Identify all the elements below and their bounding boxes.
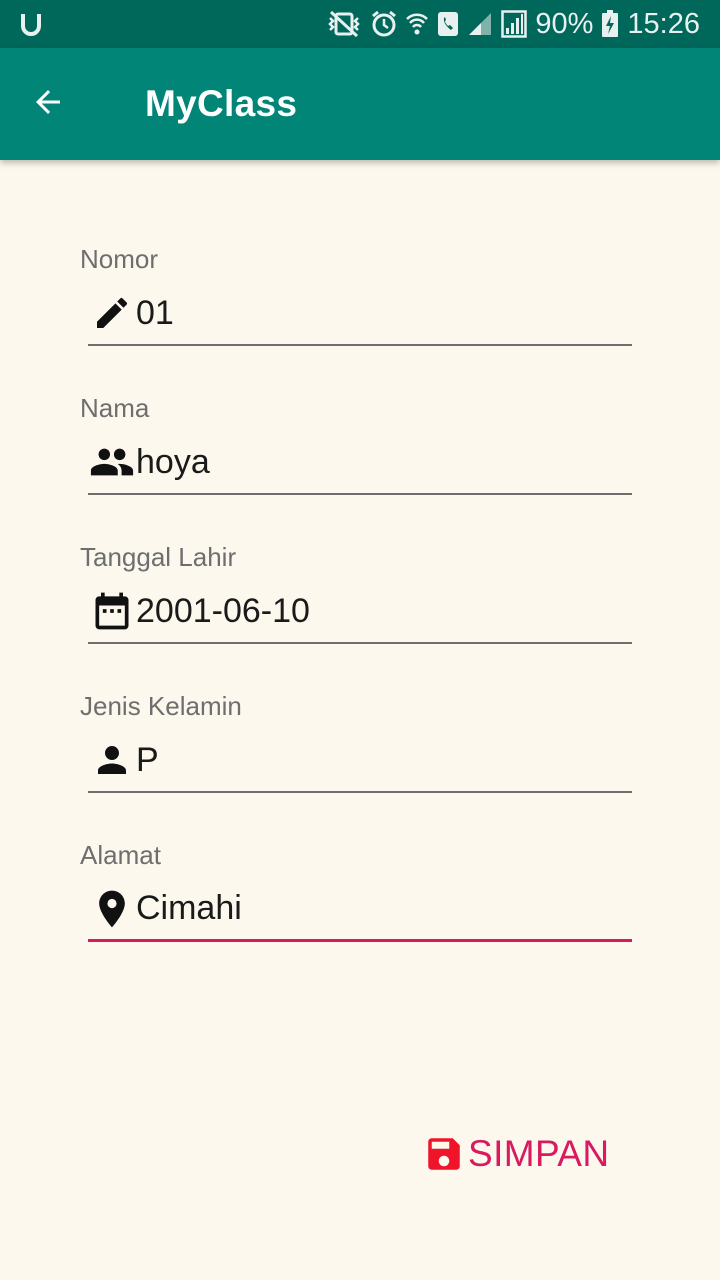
location-pin-icon	[88, 885, 136, 933]
battery-charging-icon	[601, 10, 619, 38]
app-title: MyClass	[145, 83, 298, 124]
nomor-input[interactable]: 01	[88, 282, 632, 346]
save-label: SIMPAN	[468, 1133, 610, 1174]
field-label-alamat: Alamat	[80, 840, 161, 870]
tanggal-lahir-value: 2001-06-10	[136, 591, 310, 630]
back-button[interactable]	[0, 48, 96, 160]
pencil-icon	[88, 289, 136, 337]
signal-icon	[467, 11, 493, 37]
field-label-tanggal-lahir: Tanggal Lahir	[80, 542, 237, 572]
status-bar: 90% 15:26	[0, 0, 720, 48]
battery-percent: 90%	[535, 7, 594, 40]
field-label-nama: Nama	[80, 393, 150, 423]
jenis-kelamin-input[interactable]: P	[88, 729, 632, 793]
jenis-kelamin-value: P	[136, 740, 159, 779]
nama-input[interactable]: hoya	[88, 431, 632, 495]
calendar-icon	[88, 587, 136, 635]
field-label-jenis-kelamin: Jenis Kelamin	[80, 691, 242, 721]
tanggal-lahir-input[interactable]: 2001-06-10	[88, 580, 632, 644]
alarm-icon	[371, 10, 397, 38]
arrow-back-icon	[30, 84, 66, 125]
u-icon	[20, 12, 42, 36]
vibrate-mute-icon	[325, 10, 363, 38]
floppy-disk-icon	[422, 1132, 466, 1176]
field-label-nomor: Nomor	[80, 244, 159, 274]
person-icon	[88, 736, 136, 784]
status-time: 15:26	[627, 7, 700, 40]
nama-value: hoya	[136, 442, 210, 481]
phone-call-icon	[437, 11, 459, 37]
save-button[interactable]: SIMPAN	[422, 1128, 610, 1180]
app-bar: MyClass	[0, 48, 720, 160]
people-icon	[88, 438, 136, 486]
signal-bars-icon	[501, 10, 528, 38]
wifi-call-icon	[405, 10, 429, 38]
alamat-input[interactable]: Cimahi	[88, 878, 632, 942]
alamat-value: Cimahi	[136, 889, 242, 927]
nomor-value: 01	[136, 293, 174, 332]
